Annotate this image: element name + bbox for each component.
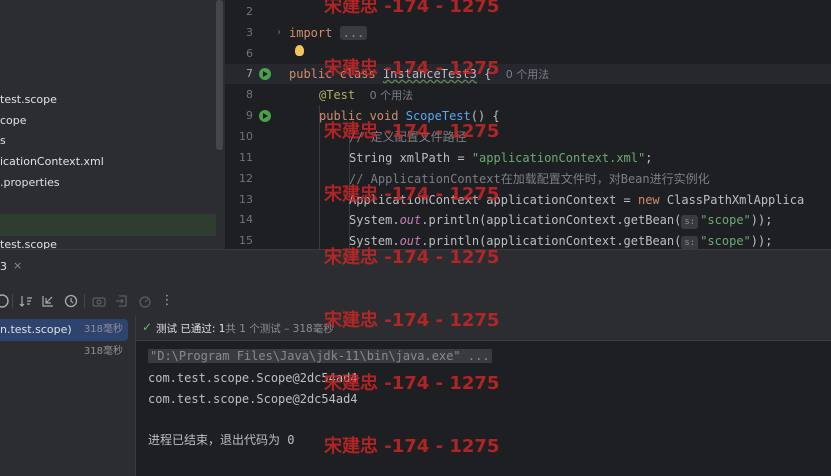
system-ref: System. — [349, 234, 400, 248]
console-line: 进程已结束，退出代码为 0 — [148, 433, 295, 447]
method-tail: () { — [470, 109, 500, 123]
call-end: )); — [750, 234, 773, 248]
lightbulb-icon[interactable] — [295, 45, 304, 56]
more-icon[interactable]: ⋮ — [159, 293, 175, 309]
run-tab[interactable]: 3 — [0, 260, 7, 273]
run-class-icon[interactable] — [259, 68, 271, 80]
code-line-annotation: @Test 0 个用法 — [319, 85, 413, 105]
tree-scrollbar[interactable] — [216, 0, 223, 150]
console-line: com.test.scope.Scope@2dc54ad4 — [148, 371, 358, 385]
string-literal: "scope" — [700, 213, 751, 227]
usage-hint[interactable]: 0 个用法 — [506, 68, 550, 81]
indent-guide — [319, 105, 320, 249]
system-ref: System. — [349, 213, 400, 227]
test-results-tree: n.test.scope) 318毫秒 318毫秒 — [0, 315, 136, 476]
tree-item-s[interactable]: s — [0, 131, 6, 151]
command-line[interactable]: "D:\Program Files\Java\jdk-11\bin\java.e… — [148, 349, 492, 363]
line-number: 3 — [246, 26, 253, 39]
tree-highlight-row — [0, 214, 216, 236]
fold-chevron-icon[interactable]: › — [277, 23, 281, 43]
class-ref: ClassPathXmlApplica — [659, 193, 805, 207]
tree-item-test-scope[interactable]: test.scope — [0, 90, 57, 110]
keyword: import — [289, 26, 333, 40]
test-row-label[interactable]: n.test.scope) — [0, 319, 72, 341]
tree-item-scope[interactable]: cope — [0, 111, 27, 131]
code-line-class: public class InstanceTest3 { 0 个用法 — [289, 64, 549, 84]
passed-label: 测试 已通过: 1 — [156, 323, 226, 335]
rerun-icon[interactable] — [0, 293, 10, 309]
keyword: new — [637, 193, 660, 207]
static-field: out — [399, 213, 422, 227]
usage-hint[interactable]: 0 个用法 — [370, 89, 414, 102]
check-icon: ✓ — [142, 320, 153, 334]
line-number: 14 — [239, 213, 253, 226]
test-duration: 318毫秒 — [83, 324, 123, 335]
brace: { — [484, 67, 492, 81]
static-field: out — [399, 234, 422, 248]
code-comment: // 定义配置文件路径 — [349, 130, 467, 144]
tree-item-properties[interactable]: .properties — [0, 173, 60, 193]
console-output[interactable]: ✓ 测试 已通过: 1共 1 个测试 – 318毫秒 "D:\Program F… — [136, 315, 831, 476]
run-tool-window-header: 3 × — [0, 249, 831, 287]
test-status-bar: ✓ 测试 已通过: 1共 1 个测试 – 318毫秒 — [136, 315, 831, 341]
code-comment: // ApplicationContext在加载配置文件时，对Bean进行实例化 — [349, 172, 710, 186]
semicolon: ; — [645, 151, 653, 165]
code-line-println: System.out.println(applicationContext.ge… — [349, 210, 772, 230]
code-line-println: System.out.println(applicationContext.ge… — [349, 231, 772, 249]
test-status-text: 测试 已通过: 1共 1 个测试 – 318毫秒 — [156, 321, 334, 336]
collapse-icon[interactable] — [40, 293, 56, 309]
param-hint: s: — [681, 236, 699, 249]
method-name: ScopeTest — [405, 109, 471, 123]
call: .println(applicationContext.getBean( — [421, 213, 682, 227]
line-number: 15 — [239, 234, 253, 247]
line-number: 7 — [246, 67, 253, 80]
string-literal: "scope" — [700, 234, 751, 248]
console-line: "D:\Program Files\Java\jdk-11\bin\java.e… — [148, 346, 492, 366]
line-number: 12 — [239, 172, 253, 185]
keyword: public class — [289, 67, 376, 81]
camera-icon[interactable] — [91, 293, 107, 309]
line-number: 9 — [246, 109, 253, 122]
line-number: 13 — [239, 193, 253, 206]
test-duration: 318毫秒 — [83, 346, 123, 357]
toolbar-separator — [84, 294, 85, 308]
param-hint: s: — [681, 215, 699, 229]
string-literal: "applicationContext.xml" — [471, 151, 646, 165]
project-tree: test.scope cope s icationContext.xml .pr… — [0, 0, 216, 249]
tree-item-application-context[interactable]: icationContext.xml — [0, 152, 104, 172]
console-line: com.test.scope.Scope@2dc54ad4 — [148, 392, 358, 406]
declaration: ApplicationContext applicationContext = — [349, 193, 638, 207]
passed-detail: 共 1 个测试 – 318毫秒 — [225, 323, 334, 335]
tree-item-test-scope-2[interactable]: test.scope — [0, 235, 57, 249]
code-line-xmlpath: String xmlPath = "applicationContext.xml… — [349, 148, 652, 168]
run-toolbar: ⋮ — [0, 287, 831, 315]
call: .println(applicationContext.getBean( — [421, 234, 682, 248]
close-icon[interactable]: × — [13, 259, 22, 272]
annotation: @Test — [319, 88, 356, 102]
line-number: 8 — [246, 88, 253, 101]
line-number: 11 — [239, 151, 253, 164]
toolbar-separator — [12, 294, 13, 308]
sort-icon[interactable] — [18, 293, 34, 309]
code-line-context: ApplicationContext applicationContext = … — [349, 190, 804, 210]
code-line-method: public void ScopeTest() { — [319, 106, 500, 126]
keyword: public void — [319, 109, 399, 123]
toggle-icon[interactable] — [137, 293, 153, 309]
declaration: String xmlPath = — [349, 151, 472, 165]
line-number: 6 — [246, 47, 253, 60]
line-number: 10 — [239, 130, 253, 143]
code-line-import: import ... — [289, 23, 368, 43]
collapsed-imports[interactable]: ... — [339, 26, 368, 40]
run-test-icon[interactable] — [259, 110, 271, 122]
code-editor[interactable]: 2 3 6 7 8 9 10 11 12 13 14 15 › import .… — [225, 0, 831, 249]
call-end: )); — [750, 213, 773, 227]
history-icon[interactable] — [63, 293, 79, 309]
import-icon[interactable] — [114, 293, 130, 309]
class-name: InstanceTest3 — [382, 67, 477, 81]
line-number: 2 — [246, 5, 253, 18]
